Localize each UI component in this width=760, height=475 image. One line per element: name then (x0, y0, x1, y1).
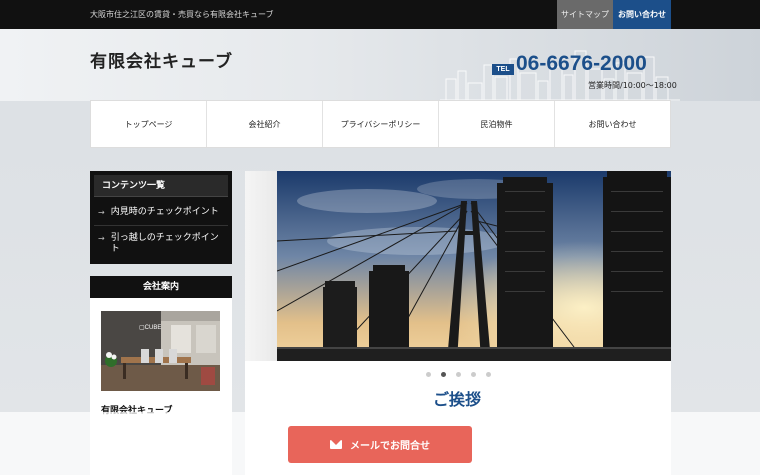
office-photo: ▢CUBE (101, 311, 220, 391)
nav-item-company[interactable]: 会社紹介 (207, 101, 323, 147)
sidebar-link-label: 内見時のチェックポイント (110, 207, 219, 217)
sidebar-company-title: 会社案内 (90, 276, 232, 298)
slider-dot[interactable] (471, 372, 476, 377)
slider-dots (426, 372, 491, 377)
arrow-right-icon: → (98, 234, 105, 243)
global-nav: トップページ 会社紹介 プライバシーポリシー 民泊物件 お問い合わせ (90, 100, 671, 148)
nav-item-top[interactable]: トップページ (91, 101, 207, 147)
business-hours: 営業時間/10:00～18:00 (588, 81, 677, 90)
slider-dot[interactable] (426, 372, 431, 377)
site-tagline: 大阪市住之江区の賃貸・売買なら有限会社キューブ (90, 10, 274, 19)
company-logo-title[interactable]: 有限会社キューブ (90, 47, 233, 72)
slider-dot-active[interactable] (441, 372, 446, 377)
sidebar-link-viewing[interactable]: → 内見時のチェックポイント (98, 207, 226, 218)
greeting-heading: ご挨拶 (433, 390, 482, 409)
nav-item-contact[interactable]: お問い合わせ (555, 101, 670, 147)
tel-badge: TEL (492, 64, 514, 75)
top-bar: 大阪市住之江区の賃貸・売買なら有限会社キューブ サイトマップ お問い合わせ (0, 0, 760, 29)
sidebar-link-moving[interactable]: → 引っ越しのチェックポイント (98, 233, 226, 255)
top-contact-link[interactable]: お問い合わせ (613, 0, 671, 29)
sidebar-contents-box: コンテンツ一覧 → 内見時のチェックポイント → 引っ越しのチェックポイント (90, 171, 232, 264)
sidebar-divider (94, 225, 228, 226)
mail-contact-button[interactable]: メールでお問合せ (288, 426, 472, 463)
nav-item-privacy[interactable]: プライバシーポリシー (323, 101, 439, 147)
sidebar-link-label: 引っ越しのチェックポイント (110, 233, 219, 254)
nav-item-minpaku[interactable]: 民泊物件 (439, 101, 555, 147)
hero-slide-image (277, 171, 671, 361)
mail-contact-label: メールでお問合せ (350, 441, 430, 452)
slider-dot[interactable] (486, 372, 491, 377)
slider-dot[interactable] (456, 372, 461, 377)
slider-prev-slide (245, 171, 277, 361)
sitemap-link[interactable]: サイトマップ (557, 0, 613, 29)
svg-text:▢CUBE: ▢CUBE (139, 325, 161, 331)
arrow-right-icon: → (98, 208, 105, 217)
sidebar-contents-title: コンテンツ一覧 (94, 175, 228, 197)
phone-number[interactable]: 06-6676-2000 (516, 52, 647, 76)
envelope-icon (330, 440, 342, 449)
